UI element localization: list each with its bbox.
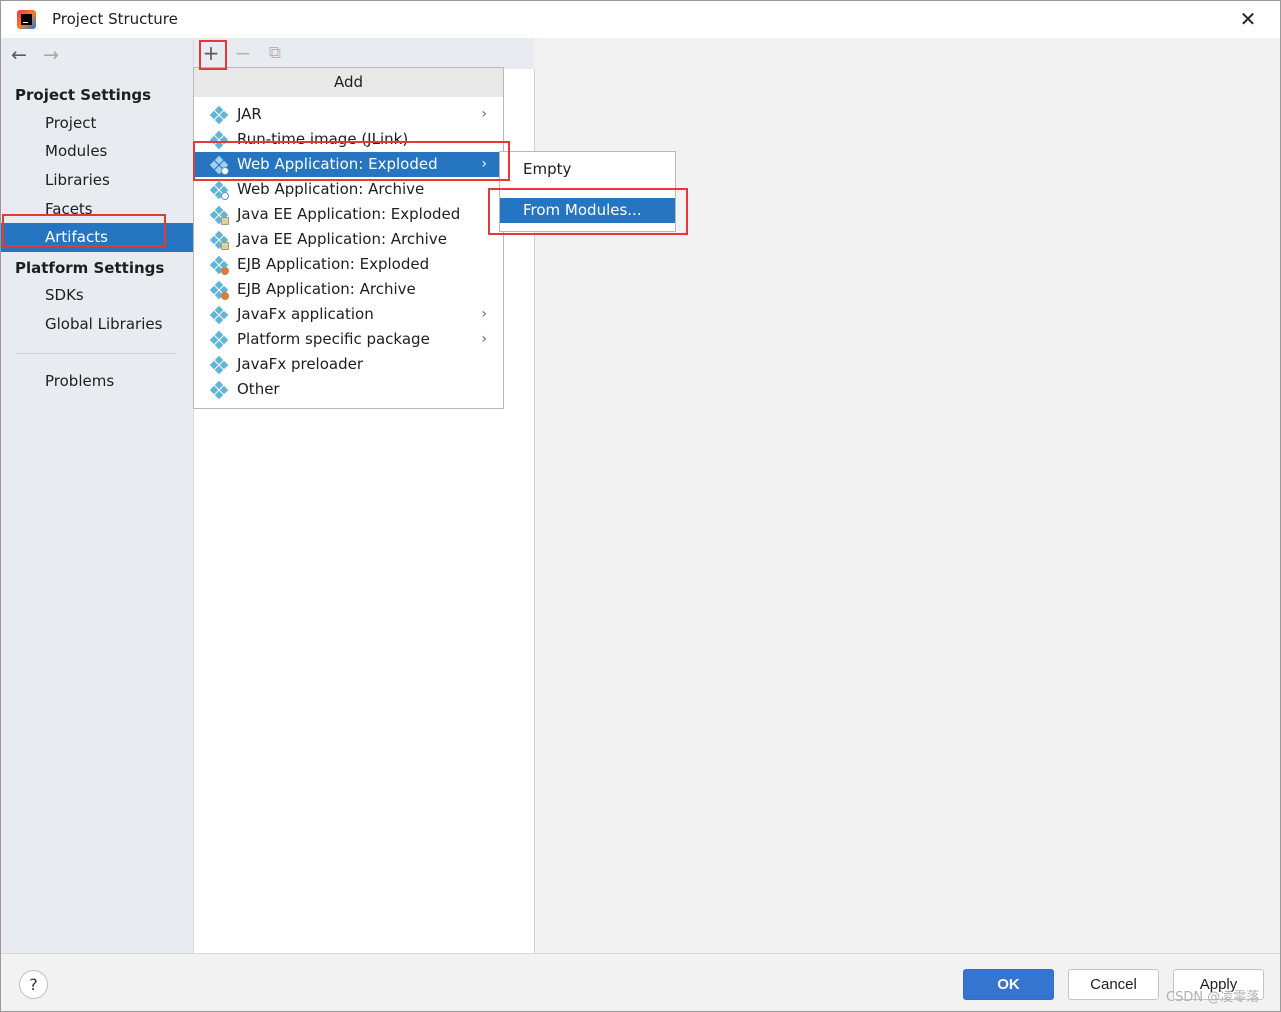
back-arrow-icon[interactable]: ← — [11, 44, 27, 66]
menu-item-label: JavaFx application — [237, 305, 374, 323]
annotation-box-artifacts — [2, 214, 166, 247]
menu-item-ejb-application-exploded[interactable]: EJB Application: Exploded — [194, 252, 503, 277]
menu-item-label: Other — [237, 380, 280, 398]
javafx-artifact-icon — [209, 355, 229, 375]
sidebar-item-problems[interactable]: Problems — [1, 367, 193, 396]
remove-icon[interactable]: − — [232, 42, 254, 64]
menu-item-java-ee-application-archive[interactable]: Java EE Application: Archive — [194, 227, 503, 252]
watermark-text: CSDN @凌零落 — [1166, 990, 1260, 1005]
sidebar-item-libraries[interactable]: Libraries — [1, 166, 193, 195]
cancel-button[interactable]: Cancel — [1068, 969, 1159, 1000]
sidebar-item-label: Libraries — [45, 171, 110, 189]
chevron-right-icon: › — [481, 106, 487, 122]
close-icon[interactable]: ✕ — [1236, 7, 1260, 31]
ok-button[interactable]: OK — [963, 969, 1054, 1000]
submenu-item-label: Empty — [523, 160, 572, 178]
menu-item-jar[interactable]: JAR › — [194, 102, 503, 127]
menu-item-label: JAR — [237, 105, 262, 123]
javaee-artifact-icon — [209, 205, 229, 225]
project-settings-heading: Project Settings — [15, 86, 152, 104]
annotation-box-from-modules — [488, 188, 688, 235]
popup-header: Add — [194, 68, 503, 97]
sidebar-item-label: SDKs — [45, 286, 84, 304]
menu-item-label: Java EE Application: Archive — [237, 230, 447, 248]
sidebar-divider — [15, 353, 177, 354]
menu-item-platform-specific-package[interactable]: Platform specific package › — [194, 327, 503, 352]
menu-item-label: JavaFx preloader — [237, 355, 363, 373]
intellij-logo-icon — [17, 10, 36, 29]
jar-artifact-icon — [209, 105, 229, 125]
sidebar-item-label: Problems — [45, 372, 115, 390]
title-bar: Project Structure ✕ — [1, 1, 1280, 38]
menu-item-javafx-application[interactable]: JavaFx application › — [194, 302, 503, 327]
help-icon[interactable]: ? — [19, 970, 48, 999]
menu-item-label: Platform specific package — [237, 330, 430, 348]
sidebar-item-label: Project — [45, 114, 97, 132]
sidebar-item-global-libraries[interactable]: Global Libraries — [1, 310, 193, 339]
settings-sidebar: ← → Project Settings Project Modules Lib… — [1, 38, 194, 953]
sidebar-item-label: Global Libraries — [45, 315, 163, 333]
platform-artifact-icon — [209, 330, 229, 350]
sidebar-item-sdks[interactable]: SDKs — [1, 281, 193, 310]
menu-item-javafx-preloader[interactable]: JavaFx preloader — [194, 352, 503, 377]
ejb-artifact-icon — [209, 255, 229, 275]
chevron-right-icon: › — [481, 306, 487, 322]
javaee-artifact-icon — [209, 230, 229, 250]
menu-item-label: EJB Application: Archive — [237, 280, 416, 298]
web-artifact-icon — [209, 180, 229, 200]
chevron-right-icon: › — [481, 331, 487, 347]
annotation-box-add — [199, 40, 227, 70]
submenu-item-empty[interactable]: Empty — [500, 157, 675, 182]
copy-icon[interactable]: ⧉ — [264, 42, 286, 64]
platform-settings-heading: Platform Settings — [15, 259, 165, 277]
sidebar-item-project[interactable]: Project — [1, 109, 193, 138]
artifacts-toolbar: + − ⧉ — [194, 38, 534, 69]
javafx-artifact-icon — [209, 305, 229, 325]
window-title: Project Structure — [52, 10, 178, 28]
menu-item-java-ee-application-exploded[interactable]: Java EE Application: Exploded — [194, 202, 503, 227]
sidebar-item-label: Modules — [45, 142, 108, 160]
menu-item-other[interactable]: Other — [194, 377, 503, 402]
add-artifact-popup: Add JAR › Run-time image (JLink) Web Applic… — [193, 67, 504, 409]
menu-item-label: EJB Application: Exploded — [237, 255, 430, 273]
sidebar-item-modules[interactable]: Modules — [1, 137, 193, 166]
other-artifact-icon — [209, 380, 229, 400]
forward-arrow-icon[interactable]: → — [43, 44, 59, 66]
ejb-artifact-icon — [209, 280, 229, 300]
dialog-footer: ? OK Cancel Apply — [1, 953, 1280, 1011]
menu-item-ejb-application-archive[interactable]: EJB Application: Archive — [194, 277, 503, 302]
menu-item-label: Java EE Application: Exploded — [237, 205, 461, 223]
annotation-box-web-exploded — [193, 141, 510, 181]
